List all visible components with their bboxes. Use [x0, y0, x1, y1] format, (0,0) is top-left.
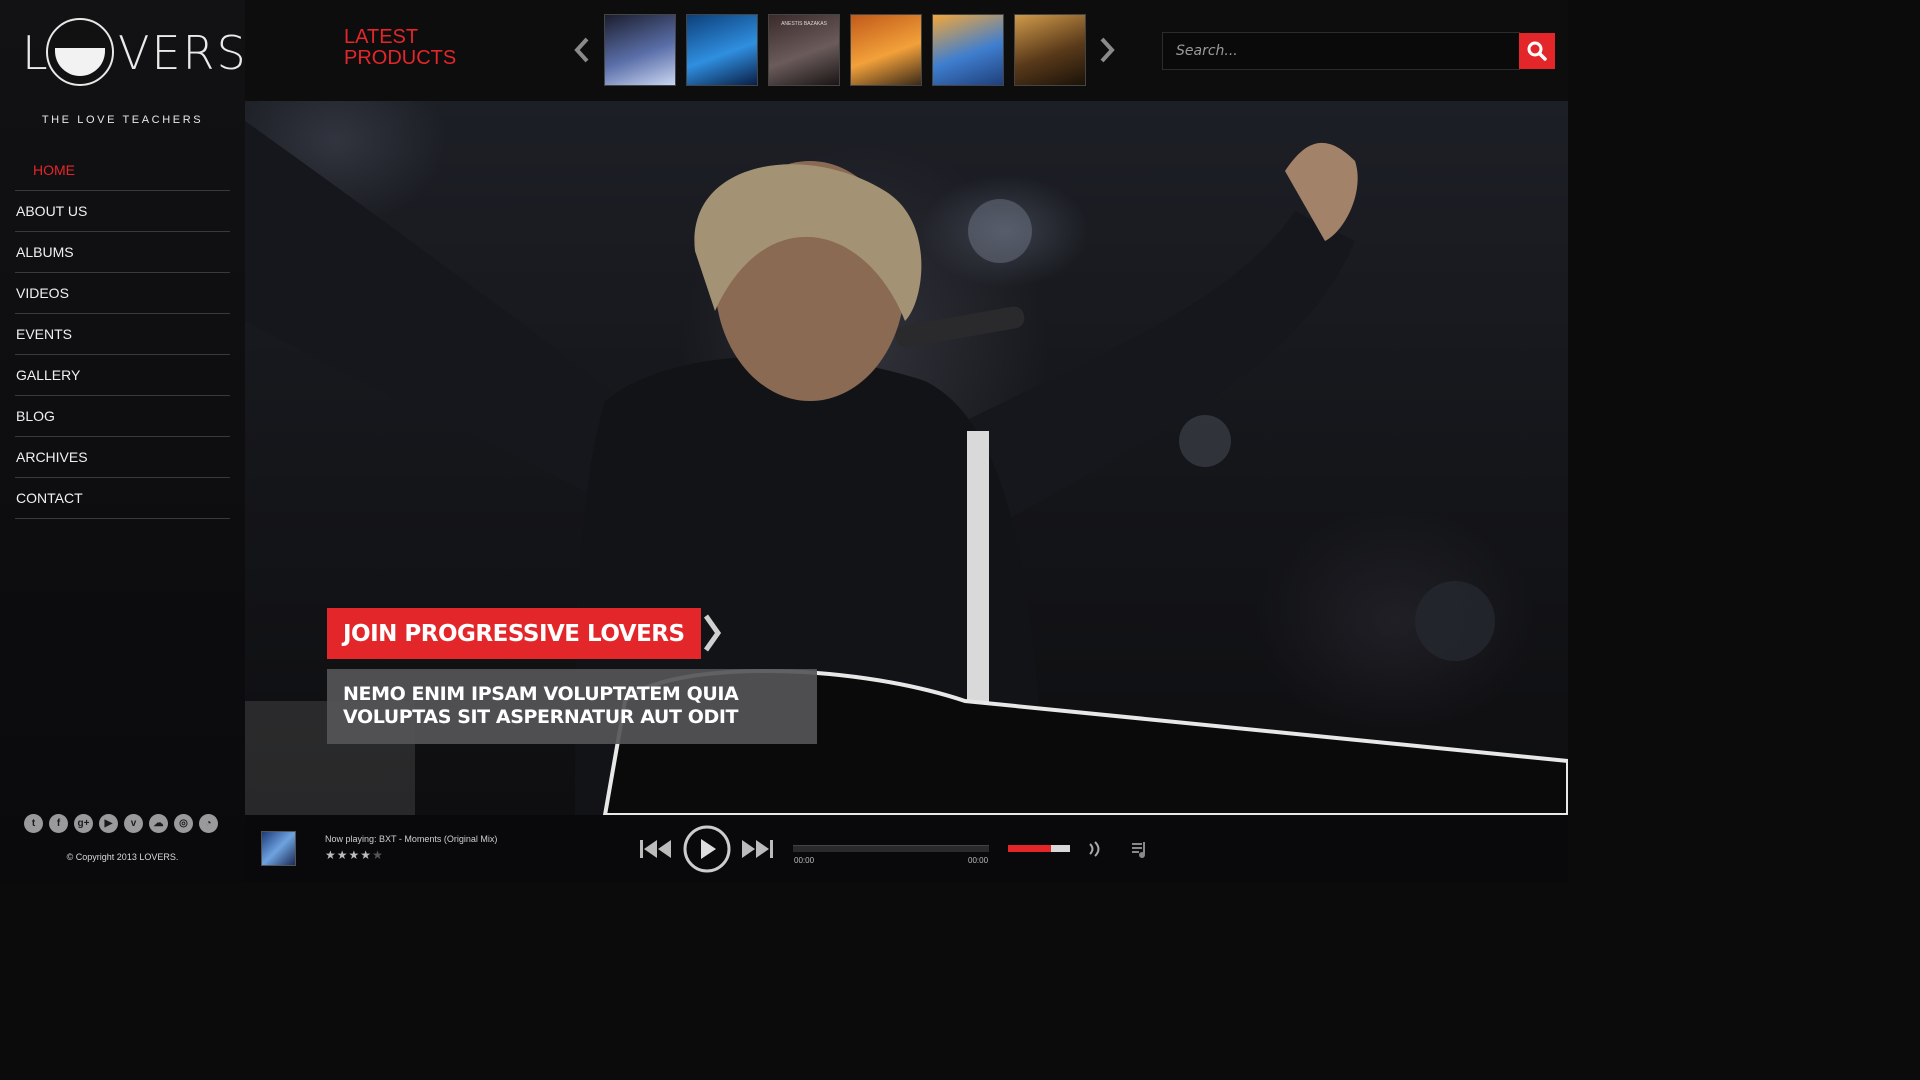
chevron-right-icon — [1100, 37, 1115, 63]
latest-heading-line2: PRODUCTS — [344, 47, 457, 69]
logo-text-right: VERS — [118, 26, 248, 80]
nav-item-label: CONTACT — [16, 490, 83, 506]
star-filled-icon[interactable]: ★ — [360, 848, 372, 862]
now-playing-cover — [261, 831, 296, 866]
sidebar: L VERS THE LOVE TEACHERS HOME ABOUT US A… — [0, 0, 246, 882]
hero-caption-line2: VOLUPTAS SIT ASPERNATUR AUT ODIT — [343, 706, 739, 728]
product-thumbnail[interactable] — [604, 14, 676, 86]
product-thumbnail[interactable] — [932, 14, 1004, 86]
nav-item-blog[interactable]: BLOG — [15, 396, 230, 437]
nav-item-label: GALLERY — [16, 367, 81, 383]
nav-item-about-us[interactable]: ABOUT US — [15, 191, 230, 232]
instagram-icon[interactable]: ◎ — [174, 814, 193, 833]
search-input[interactable] — [1162, 32, 1520, 70]
play-button[interactable] — [682, 824, 732, 879]
latest-products-heading: LATEST PRODUCTS — [344, 27, 456, 69]
social-links: t f g+ ▶ v ☁ ◎ ◔ — [24, 814, 218, 833]
nav-item-home[interactable]: HOME — [15, 150, 230, 191]
rating-stars[interactable]: ★★★★★ — [325, 848, 384, 862]
nav-item-label: ABOUT US — [16, 203, 88, 219]
star-empty-icon[interactable]: ★ — [372, 848, 384, 862]
time-total: 00:00 — [968, 856, 989, 865]
play-icon — [683, 825, 731, 873]
products-next-arrow[interactable] — [1098, 36, 1116, 64]
heart-logo-icon — [46, 18, 114, 86]
volume-level — [1008, 845, 1052, 852]
hero-caption-text: NEMO ENIM IPSAM VOLUPTATEM QUIA VOLUPTAS… — [327, 669, 817, 744]
nav-item-events[interactable]: EVENTS — [15, 314, 230, 355]
playlist-icon[interactable] — [1130, 840, 1150, 865]
star-filled-icon[interactable]: ★ — [325, 848, 337, 862]
product-thumbnail[interactable]: ANESTIS BAZAKAS — [768, 14, 840, 86]
product-thumbnail[interactable] — [686, 14, 758, 86]
nav-item-label: EVENTS — [16, 326, 73, 342]
product-thumbnail-title: ANESTIS BAZAKAS — [781, 21, 827, 27]
previous-icon — [640, 840, 671, 858]
tagline: THE LOVE TEACHERS — [41, 114, 204, 126]
facebook-icon[interactable]: f — [49, 814, 68, 833]
google-plus-icon[interactable]: g+ — [74, 814, 93, 833]
latest-heading-line1: LATEST — [344, 26, 419, 48]
track-progress-bar[interactable] — [793, 845, 989, 852]
previous-track-button[interactable] — [640, 838, 672, 865]
hero-next-arrow[interactable] — [700, 612, 724, 654]
nav-item-albums[interactable]: ALBUMS — [15, 232, 230, 273]
soundcloud-icon[interactable]: ☁ — [149, 814, 168, 833]
now-playing-text: Now playing: BXT - Moments (Original Mix… — [325, 834, 498, 844]
main-nav: HOME ABOUT US ALBUMS VIDEOS EVENTS GALLE… — [15, 150, 230, 519]
time-current: 00:00 — [794, 856, 815, 865]
copyright: © Copyright 2013 LOVERS. — [66, 852, 179, 862]
products-prev-arrow[interactable] — [573, 36, 591, 64]
hero-caption-line1: NEMO ENIM IPSAM VOLUPTATEM QUIA — [343, 683, 739, 705]
rss-icon[interactable]: ◔ — [199, 814, 218, 833]
nav-item-contact[interactable]: CONTACT — [15, 478, 230, 519]
hero-caption-title[interactable]: JOIN PROGRESSIVE LOVERS — [327, 608, 701, 659]
next-icon — [742, 840, 773, 858]
nav-item-gallery[interactable]: GALLERY — [15, 355, 230, 396]
products-carousel: ANESTIS BAZAKAS — [604, 14, 1086, 86]
chevron-right-icon — [703, 614, 722, 652]
chevron-left-icon — [574, 37, 589, 63]
search-button[interactable] — [1519, 33, 1555, 69]
nav-item-label: HOME — [33, 162, 75, 178]
star-filled-icon[interactable]: ★ — [349, 848, 361, 862]
volume-slider[interactable] — [1008, 845, 1070, 852]
search-icon — [1527, 41, 1547, 61]
nav-item-videos[interactable]: VIDEOS — [15, 273, 230, 314]
product-thumbnail[interactable] — [1014, 14, 1086, 86]
nav-item-archives[interactable]: ARCHIVES — [15, 437, 230, 478]
star-filled-icon[interactable]: ★ — [337, 848, 349, 862]
product-thumbnail[interactable] — [850, 14, 922, 86]
nav-item-label: VIDEOS — [16, 285, 69, 301]
logo[interactable]: L VERS — [22, 16, 246, 86]
nav-item-label: ARCHIVES — [16, 449, 88, 465]
nav-item-label: BLOG — [16, 408, 55, 424]
nav-item-label: ALBUMS — [16, 244, 74, 260]
youtube-icon[interactable]: ▶ — [99, 814, 118, 833]
volume-icon[interactable] — [1087, 840, 1103, 863]
vimeo-icon[interactable]: v — [124, 814, 143, 833]
next-track-button[interactable] — [742, 838, 774, 865]
twitter-icon[interactable]: t — [24, 814, 43, 833]
